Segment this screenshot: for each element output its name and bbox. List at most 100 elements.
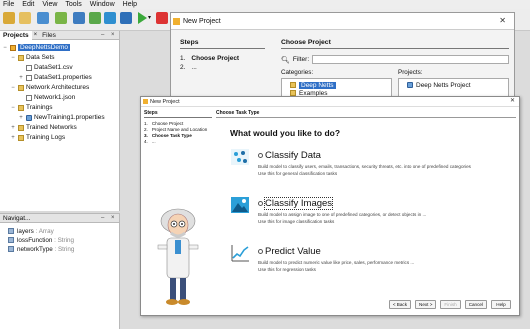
filter-input[interactable] (312, 55, 509, 64)
menu-tools[interactable]: Tools (65, 1, 81, 8)
dialog-title-text: New Project (183, 18, 221, 25)
navigator-row[interactable]: lossFunction : String (8, 237, 74, 244)
tree-item[interactable]: − Network Architectures (10, 83, 89, 92)
file-icon (26, 64, 32, 71)
navigator-row[interactable]: layers : Array (8, 228, 54, 235)
classify-data-radio[interactable] (258, 153, 263, 158)
menu-help[interactable]: Help (123, 1, 137, 8)
scatter-plot-icon (231, 149, 249, 165)
line-chart-icon (231, 245, 249, 262)
save-icon[interactable] (37, 12, 49, 24)
property-name: lossFunction (17, 237, 53, 244)
network-icon[interactable] (73, 12, 85, 24)
tab-projects[interactable]: Projects (0, 30, 32, 40)
classify-images-radio[interactable] (258, 201, 263, 206)
tree-item-label: Network1.json (34, 94, 76, 101)
dialog-buttons: < Back Next > Finish Cancel Help (388, 300, 511, 309)
tree-item[interactable]: + Trained Networks (10, 123, 77, 132)
tree-toggle-icon[interactable]: + (10, 135, 16, 141)
tree-toggle-icon[interactable]: − (10, 85, 16, 91)
tree-item[interactable]: − Trainings (10, 103, 52, 112)
option-hint: Use this for general classification task… (258, 171, 338, 176)
tree-item[interactable]: + DataSet1.properties (18, 73, 92, 82)
dialog-app-icon (173, 18, 180, 25)
project-type-icon (407, 82, 413, 88)
tree-toggle-icon[interactable]: − (2, 45, 8, 51)
deploy-icon[interactable] (120, 12, 132, 24)
new-project-icon[interactable] (3, 12, 15, 24)
file-icon (26, 94, 32, 101)
tree-item-label: NewTraining1.properties (34, 114, 105, 121)
professor-mascot-image (157, 208, 199, 305)
tree-item-label: DeepNettsDemo (18, 44, 71, 51)
tree-item[interactable]: DataSet1.csv (18, 63, 73, 72)
evaluate-icon[interactable] (104, 12, 116, 24)
category-item[interactable]: Deep Netts (284, 81, 389, 89)
tree-item[interactable]: + Training Logs (10, 133, 65, 142)
minimize-icon[interactable]: – (101, 215, 104, 221)
steps-header: Steps (144, 110, 212, 118)
predict-value-radio[interactable] (258, 249, 263, 254)
navigator-panel: Navigat... – × layers : Array lossFunctio… (0, 213, 120, 329)
property-type: : String (52, 246, 75, 253)
tree-item-label: Trained Networks (26, 124, 77, 131)
project-item[interactable]: Deep Netts Project (401, 81, 506, 89)
classify-images-label[interactable]: Classify Images (263, 197, 334, 210)
navigator-row[interactable]: networkType : String (8, 246, 74, 253)
run-icon[interactable] (138, 12, 147, 24)
projects-panel: Projects × Files – × − DeepNettsDemo − Data… (0, 30, 120, 211)
option-classify-data[interactable]: Classify Data Build model to classify us… (230, 148, 510, 188)
folder-icon (18, 134, 24, 141)
tree-item-label: Training Logs (26, 134, 66, 141)
tree-item[interactable]: + NewTraining1.properties (18, 113, 105, 122)
menu-window[interactable]: Window (90, 1, 115, 8)
finish-button[interactable]: Finish (440, 300, 461, 309)
train-icon[interactable] (89, 12, 101, 24)
projects-label: Projects: (398, 69, 423, 76)
cancel-button[interactable]: Cancel (464, 300, 487, 309)
run-dropdown-icon[interactable]: ▾ (148, 14, 151, 21)
option-predict-value[interactable]: Predict Value Build model to predict num… (230, 244, 510, 284)
back-button[interactable]: < Back (388, 300, 412, 309)
tree-toggle-icon[interactable]: − (10, 55, 16, 61)
tree-toggle-icon[interactable]: − (10, 105, 16, 111)
tree-item-label: DataSet1.csv (34, 64, 73, 71)
tree-item-label: DataSet1.properties (34, 74, 92, 81)
minimize-icon[interactable]: – (101, 32, 104, 38)
next-button[interactable]: Next > (415, 300, 437, 309)
folder-icon (290, 82, 296, 88)
option-classify-images[interactable]: Classify Images Build model to assign im… (230, 196, 510, 236)
close-icon[interactable]: ✕ (510, 97, 515, 104)
tree-toggle-icon[interactable]: + (18, 75, 24, 81)
menu-file[interactable]: File (3, 1, 14, 8)
tab-files[interactable]: Files (39, 32, 59, 39)
property-icon (8, 228, 14, 235)
tab-close-icon[interactable]: × (34, 32, 38, 38)
tree-item[interactable]: − DeepNettsDemo (2, 43, 71, 52)
classify-data-label[interactable]: Classify Data (265, 150, 321, 161)
tree-toggle-icon[interactable]: + (18, 115, 24, 121)
choose-task-panel: Choose Task Type What would you like to … (216, 110, 516, 300)
dialog-title-text: New Project (150, 99, 180, 105)
tree-item[interactable]: − Data Sets (10, 53, 54, 62)
dataset-icon[interactable] (55, 12, 67, 24)
choose-task-header: Choose Task Type (216, 110, 516, 118)
predict-value-label[interactable]: Predict Value (265, 246, 321, 257)
folder-icon (18, 124, 24, 131)
tree-toggle-icon[interactable]: + (10, 125, 16, 131)
menu-edit[interactable]: Edit (22, 1, 34, 8)
stop-icon[interactable] (156, 12, 168, 24)
option-hint: Use this for image classification tasks (258, 219, 335, 224)
menu-view[interactable]: View (42, 1, 57, 8)
property-name: layers (17, 228, 34, 235)
tree-item[interactable]: Network1.json (18, 93, 75, 102)
close-icon[interactable]: ✕ (499, 16, 506, 25)
property-icon (8, 246, 14, 253)
help-button[interactable]: Help (491, 300, 511, 309)
close-icon[interactable]: × (111, 215, 115, 221)
open-project-icon[interactable] (19, 12, 31, 24)
option-hint: Use this for regression tasks (258, 267, 316, 272)
filter-label: Filter: (292, 56, 310, 63)
close-icon[interactable]: × (111, 32, 115, 38)
steps-panel: Steps 1. Choose Project 2. Project Name and… (144, 110, 212, 305)
